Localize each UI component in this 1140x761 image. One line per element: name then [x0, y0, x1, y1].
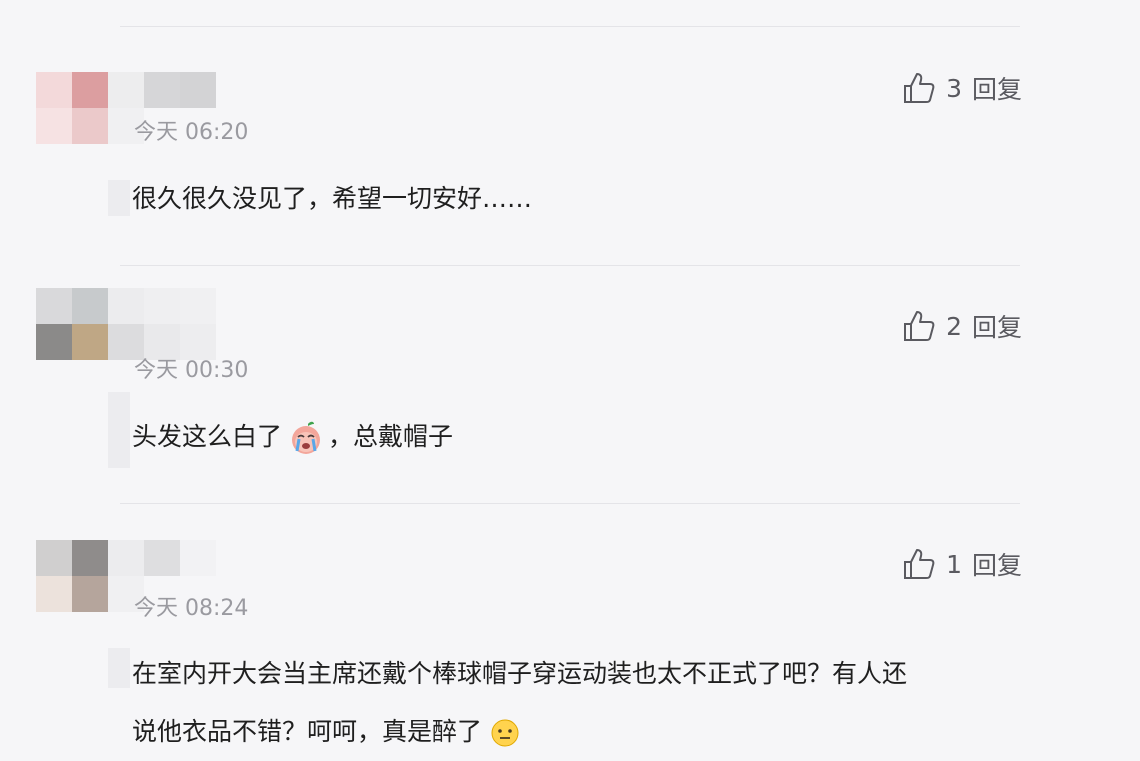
- neutral-face-icon: [491, 719, 519, 747]
- reply-button[interactable]: 回复: [972, 308, 1022, 344]
- like-count: 2: [946, 311, 962, 341]
- quote-bar: [108, 648, 130, 688]
- thumbs-up-icon: [904, 549, 935, 579]
- comment-divider: [120, 26, 1020, 27]
- like-button[interactable]: 2: [902, 309, 972, 343]
- comment-text-part: 头发这么白了: [132, 422, 283, 451]
- crying-face-icon: [292, 421, 321, 454]
- comment-timestamp: 今天 08:24: [134, 596, 249, 621]
- like-count: 3: [946, 73, 962, 103]
- like-button[interactable]: 3: [902, 71, 972, 105]
- comment-text-part: ，总戴帽子: [328, 422, 454, 451]
- comment-text-part: 说他衣品不错？呵呵，真是醉了: [132, 717, 483, 746]
- reply-button[interactable]: 回复: [972, 546, 1022, 582]
- quote-bar: [108, 392, 130, 468]
- comment-actions: 1 回复: [902, 544, 1022, 584]
- like-count: 1: [946, 549, 962, 579]
- thumbs-up-icon: [904, 311, 935, 341]
- avatar[interactable]: [36, 288, 252, 360]
- comment-text: 很久很久没见了，希望一切安好……: [132, 184, 533, 213]
- comment-text-line: 说他衣品不错？呵呵，真是醉了: [132, 703, 907, 761]
- thumbs-up-icon: [904, 73, 935, 103]
- comment-actions: 3 回复: [902, 68, 1022, 108]
- comment-timestamp: 今天 06:20: [134, 120, 249, 145]
- quote-bar: [108, 180, 130, 216]
- comment-divider: [120, 265, 1020, 266]
- comment-text: 头发这么白了 ，总戴帽子: [132, 408, 453, 466]
- comment-text-line: 在室内开大会当主席还戴个棒球帽子穿运动装也太不正式了吧？有人还: [132, 659, 908, 688]
- comment-text: 在室内开大会当主席还戴个棒球帽子穿运动装也太不正式了吧？有人还 说他衣品不错？呵…: [132, 645, 907, 761]
- comment-timestamp: 今天 00:30: [134, 358, 249, 383]
- reply-button[interactable]: 回复: [972, 70, 1022, 106]
- comment-divider: [120, 503, 1020, 504]
- like-button[interactable]: 1: [902, 547, 972, 581]
- comment-actions: 2 回复: [902, 306, 1022, 346]
